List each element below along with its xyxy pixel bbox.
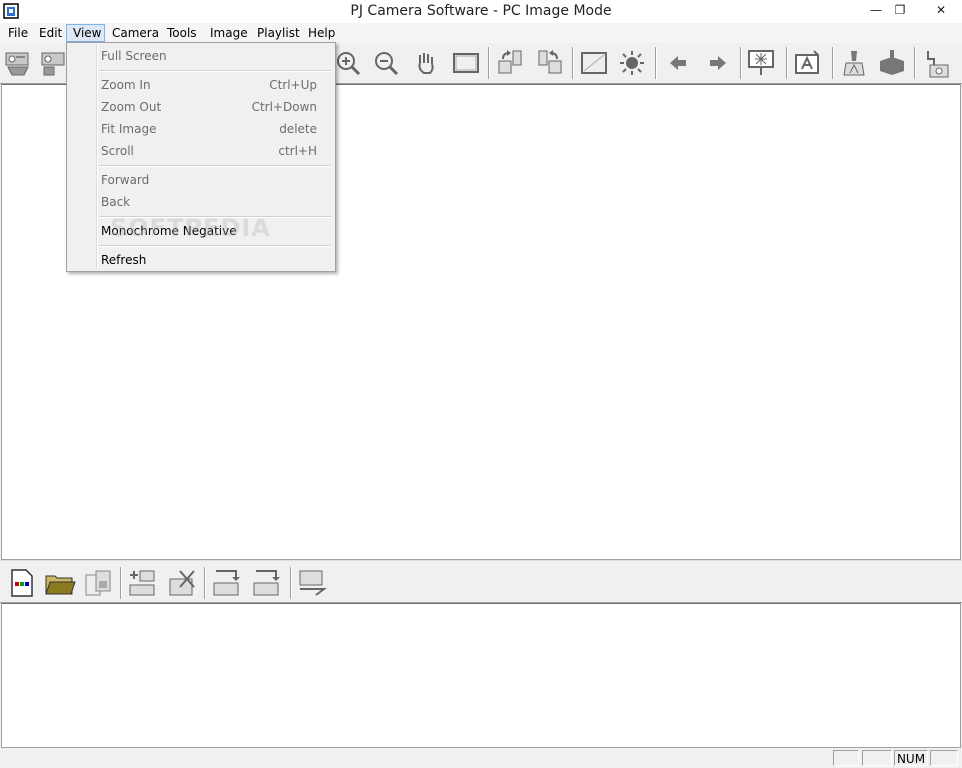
toolbar-separator (740, 47, 742, 79)
document-camera-icon[interactable] (876, 47, 908, 79)
menu-item-full-screen[interactable]: Full Screen (69, 45, 333, 67)
status-pane-scroll (862, 750, 892, 766)
menu-item-back[interactable]: Back (69, 191, 333, 213)
menu-separator (99, 245, 331, 247)
menu-view[interactable]: View (66, 24, 105, 42)
menu-item-zoom-in[interactable]: Zoom In Ctrl+Up (69, 74, 333, 96)
menu-image[interactable]: Image (204, 24, 254, 42)
menu-separator (99, 216, 331, 218)
status-pane-caps (833, 750, 859, 766)
toolbar-separator (832, 47, 834, 79)
menu-tools[interactable]: Tools (161, 24, 203, 42)
menu-item-scroll[interactable]: Scroll ctrl+H (69, 140, 333, 162)
toolbar-separator (290, 567, 292, 599)
menu-playlist[interactable]: Playlist (251, 24, 306, 42)
menu-camera[interactable]: Camera (106, 24, 165, 42)
toolbar-separator (914, 47, 916, 79)
menu-item-forward[interactable]: Forward (69, 169, 333, 191)
toolbar-separator (488, 47, 490, 79)
menu-item-fit-image[interactable]: Fit Image delete (69, 118, 333, 140)
menu-item-monochrome-negative[interactable]: Monochrome Negative (69, 220, 333, 242)
arrow-left-icon[interactable] (662, 47, 694, 79)
menu-item-zoom-out[interactable]: Zoom Out Ctrl+Down (69, 96, 333, 118)
move-down-icon[interactable] (250, 567, 282, 599)
zoom-in-icon[interactable] (332, 47, 364, 79)
view-menu-dropdown: Full Screen Zoom In Ctrl+Up Zoom Out Ctr… (66, 42, 336, 272)
camera-capture-icon[interactable] (2, 47, 34, 79)
menu-item-refresh[interactable]: Refresh (69, 249, 333, 271)
zoom-out-icon[interactable] (370, 47, 402, 79)
playlist-toolbar (0, 565, 962, 603)
move-up-icon[interactable] (210, 567, 242, 599)
hand-scroll-icon[interactable] (410, 47, 442, 79)
toolbar-separator (655, 47, 657, 79)
crop-frame-icon[interactable] (578, 47, 610, 79)
remove-image-icon[interactable] (166, 567, 198, 599)
toolbar-separator (204, 567, 206, 599)
menu-edit[interactable]: Edit (33, 24, 68, 42)
toolbar-separator (786, 47, 788, 79)
status-pane-extra (930, 750, 958, 766)
annotate-text-icon[interactable] (792, 47, 824, 79)
toolbar-separator (120, 567, 122, 599)
menu-help[interactable]: Help (302, 24, 341, 42)
status-pane-num: NUM (894, 750, 928, 766)
text-overlay-icon[interactable] (838, 47, 870, 79)
window-title: PJ Camera Software - PC Image Mode (350, 3, 612, 19)
projector-icon[interactable] (746, 47, 778, 79)
rotate-left-icon[interactable] (533, 47, 565, 79)
menu-separator (99, 70, 331, 72)
save-playlist-icon[interactable] (82, 567, 114, 599)
add-image-icon[interactable] (126, 567, 158, 599)
menu-separator (99, 165, 331, 167)
arrow-right-icon[interactable] (702, 47, 734, 79)
camera-settings-icon[interactable] (920, 47, 952, 79)
toolbar-separator (572, 47, 574, 79)
restore-button[interactable]: ❐ (884, 0, 916, 22)
menu-file[interactable]: File (2, 24, 34, 42)
status-bar: NUM (0, 748, 962, 768)
present-playlist-icon[interactable] (296, 567, 328, 599)
rotate-right-icon[interactable] (495, 47, 527, 79)
menu-bar: File Edit View Camera Tools Image Playli… (0, 23, 962, 43)
new-playlist-icon[interactable] (6, 567, 38, 599)
close-button[interactable]: ✕ (920, 0, 962, 22)
title-bar: PJ Camera Software - PC Image Mode — ❐ ✕ (0, 0, 962, 24)
playlist-pane[interactable] (1, 603, 961, 748)
fit-image-icon[interactable] (450, 47, 482, 79)
brightness-icon[interactable] (618, 47, 650, 79)
open-folder-icon[interactable] (44, 567, 76, 599)
